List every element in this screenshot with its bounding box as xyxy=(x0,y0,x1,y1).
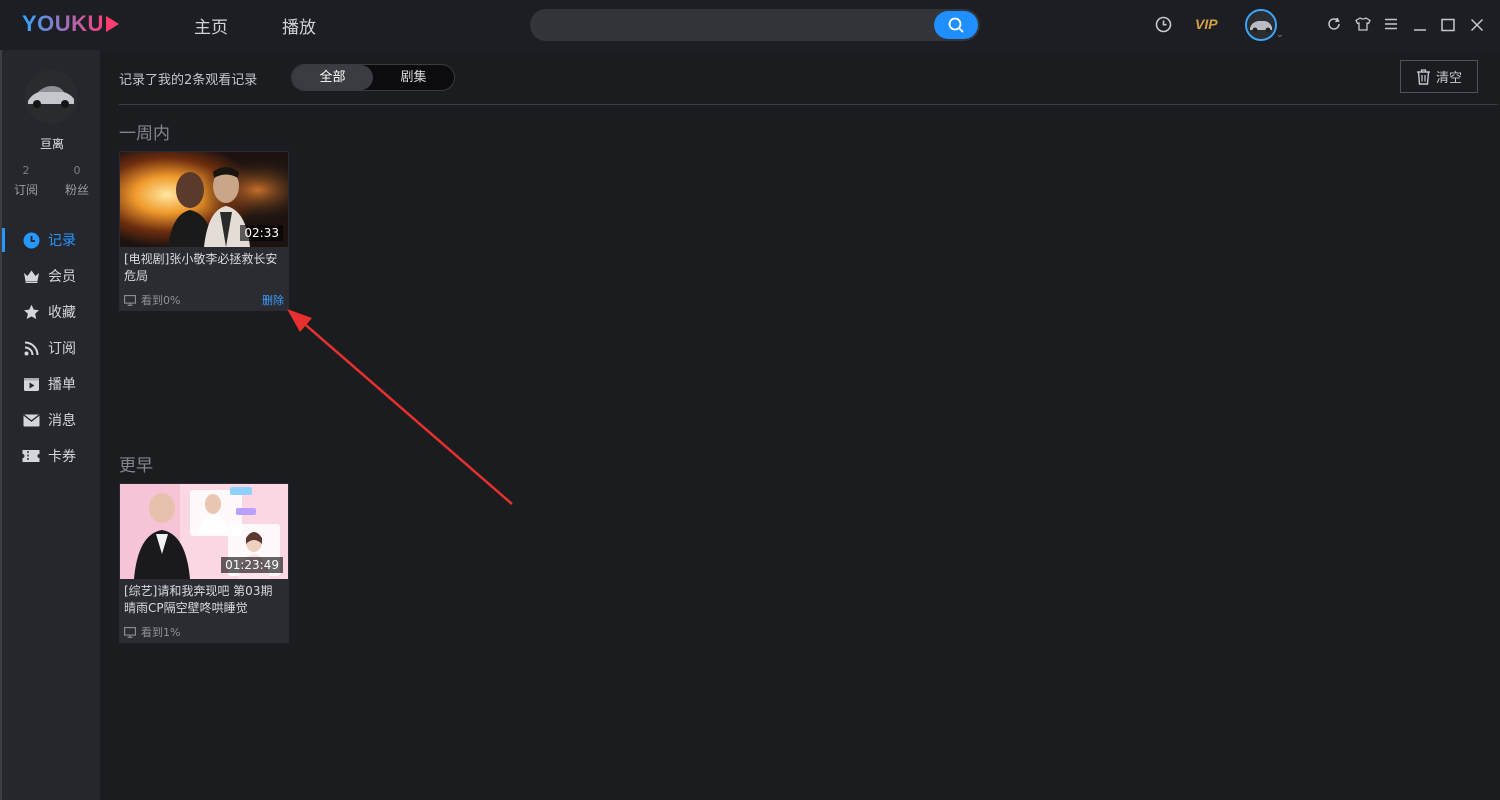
video-title[interactable]: [综艺]请和我奔现吧 第03期 晴雨CP隔空壁咚哄睡觉 xyxy=(124,583,284,617)
sidebar-item-label: 会员 xyxy=(48,269,76,285)
sidebar-item-label: 播单 xyxy=(48,377,76,393)
sidebar-item-label: 记录 xyxy=(48,233,76,249)
nav-home[interactable]: 主页 xyxy=(194,13,228,38)
user-avatar[interactable] xyxy=(1245,9,1277,41)
section-title-week: 一周内 xyxy=(119,124,170,144)
skin-shirt-icon[interactable] xyxy=(1355,17,1371,31)
history-card[interactable]: 02:33 [电视剧]张小敬李必拯救长安危局 看到0% 删除 xyxy=(119,151,289,311)
search-input[interactable] xyxy=(544,9,924,41)
menu-icon[interactable] xyxy=(1384,18,1398,30)
nav-play[interactable]: 播放 xyxy=(282,13,316,38)
delete-button[interactable]: 删除 xyxy=(262,292,284,308)
sidebar-item-coupons[interactable]: 卡券 xyxy=(2,438,100,474)
fans-label[interactable]: 粉丝 xyxy=(62,181,92,198)
trash-icon xyxy=(1416,68,1430,85)
sidebar-item-label: 消息 xyxy=(48,413,76,429)
profile-avatar[interactable] xyxy=(24,70,78,124)
car-avatar-image xyxy=(1247,11,1275,39)
playlist-icon xyxy=(22,375,40,393)
filter-all-button[interactable]: 全部 xyxy=(292,65,373,90)
subscribe-count[interactable]: 2 xyxy=(11,164,41,177)
fans-count[interactable]: 0 xyxy=(62,164,92,177)
top-bar: YOUKU 主页 播放 VIP ⌄ xyxy=(0,0,1500,50)
sidebar-item-favorites[interactable]: 收藏 xyxy=(2,294,100,330)
watch-progress: 看到0% xyxy=(124,292,180,308)
search-button[interactable] xyxy=(934,11,978,39)
search-icon xyxy=(948,17,964,33)
history-clock-icon[interactable] xyxy=(1155,16,1172,33)
progress-label: 看到1% xyxy=(141,626,181,639)
clear-history-button[interactable]: 清空 xyxy=(1400,60,1478,93)
video-thumbnail[interactable]: 02:33 xyxy=(120,152,288,247)
sidebar-item-subscriptions[interactable]: 订阅 xyxy=(2,330,100,366)
rss-icon xyxy=(22,339,40,357)
video-thumbnail[interactable]: 01:23:49 xyxy=(120,484,288,579)
progress-label: 看到0% xyxy=(141,294,181,307)
clock-icon xyxy=(22,231,40,249)
maximize-icon[interactable] xyxy=(1441,18,1455,32)
history-summary: 记录了我的2条观看记录 xyxy=(119,73,258,88)
search-bar[interactable] xyxy=(530,9,980,41)
sidebar: 亘离 2 订阅 0 粉丝 记录 会员 收藏 订阅 播单 消息 卡券 xyxy=(0,50,100,800)
logo-play-icon xyxy=(105,16,119,32)
monitor-icon xyxy=(124,626,136,638)
sidebar-item-history[interactable]: 记录 xyxy=(2,222,100,258)
video-duration: 01:23:49 xyxy=(221,557,283,573)
profile-name[interactable]: 亘离 xyxy=(2,135,102,152)
clear-label: 清空 xyxy=(1435,71,1462,86)
sidebar-item-playlists[interactable]: 播单 xyxy=(2,366,100,402)
sidebar-item-label: 卡券 xyxy=(48,449,76,465)
minimize-icon[interactable] xyxy=(1413,18,1427,32)
youku-logo[interactable]: YOUKU xyxy=(22,10,119,38)
annotation-arrow xyxy=(287,309,513,505)
star-icon xyxy=(22,303,40,321)
divider xyxy=(119,104,1498,105)
sidebar-item-membership[interactable]: 会员 xyxy=(2,258,100,294)
mail-icon xyxy=(22,411,40,429)
sidebar-menu: 记录 会员 收藏 订阅 播单 消息 卡券 xyxy=(2,222,100,474)
sidebar-item-messages[interactable]: 消息 xyxy=(2,402,100,438)
refresh-icon[interactable] xyxy=(1327,17,1341,31)
crown-icon xyxy=(22,267,40,285)
subscribe-label[interactable]: 订阅 xyxy=(11,181,41,198)
filter-series-button[interactable]: 剧集 xyxy=(373,65,454,90)
ticket-icon xyxy=(22,447,40,465)
video-duration: 02:33 xyxy=(240,225,283,241)
filter-toggle: 全部 剧集 xyxy=(291,64,455,91)
car-avatar-image xyxy=(24,70,78,124)
monitor-icon xyxy=(124,294,136,306)
sidebar-item-label: 订阅 xyxy=(48,341,76,357)
sidebar-item-label: 收藏 xyxy=(48,305,76,321)
close-icon[interactable] xyxy=(1470,18,1484,32)
logo-text: YOUKU xyxy=(22,11,104,36)
history-card[interactable]: 01:23:49 [综艺]请和我奔现吧 第03期 晴雨CP隔空壁咚哄睡觉 看到1… xyxy=(119,483,289,643)
chevron-down-icon[interactable]: ⌄ xyxy=(1276,30,1284,40)
vip-label[interactable]: VIP xyxy=(1195,16,1218,32)
section-title-earlier: 更早 xyxy=(119,456,153,476)
watch-progress: 看到1% xyxy=(124,624,180,640)
video-title[interactable]: [电视剧]张小敬李必拯救长安危局 xyxy=(124,251,284,285)
